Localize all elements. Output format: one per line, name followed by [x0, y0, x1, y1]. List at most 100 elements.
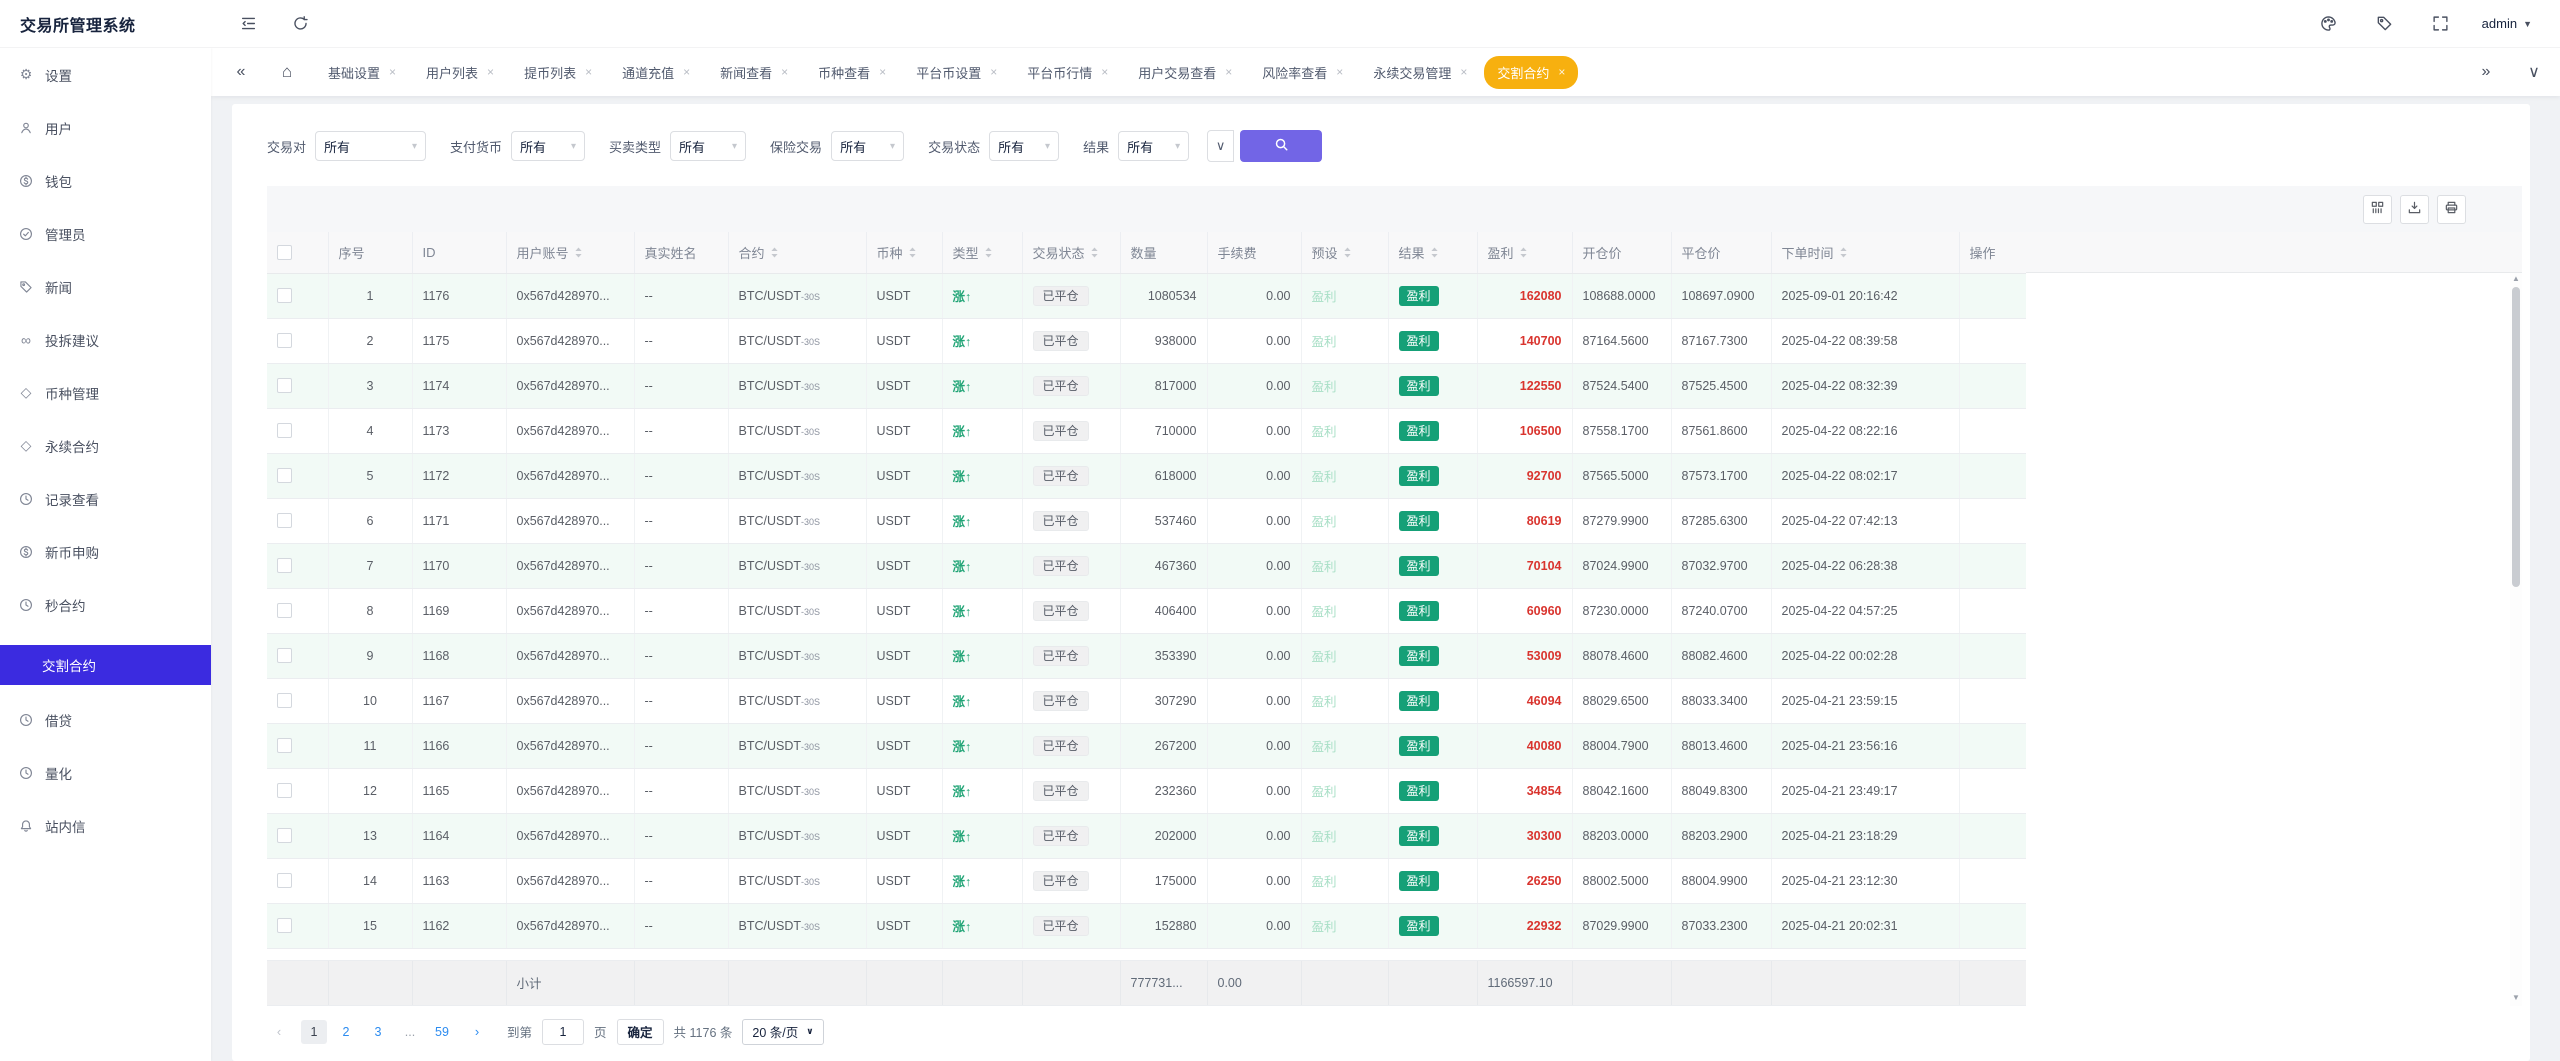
sidebar-item-13[interactable]: 量化 — [0, 746, 211, 799]
tab-3[interactable]: 通道充值× — [609, 56, 703, 89]
sidebar-item-1[interactable]: 用户 — [0, 101, 211, 154]
filter-select-4[interactable]: 所有▾ — [989, 131, 1059, 161]
filter-select-3[interactable]: 所有▾ — [831, 131, 904, 161]
filter-select-5[interactable]: 所有▾ — [1118, 131, 1189, 161]
column-header-result[interactable]: 结果 — [1388, 232, 1477, 273]
close-icon[interactable]: × — [781, 65, 788, 79]
row-checkbox[interactable] — [277, 468, 292, 483]
print-button[interactable] — [2437, 195, 2466, 224]
page-button-59[interactable]: 59 — [429, 1020, 455, 1044]
column-header-account[interactable]: 用户账号 — [506, 232, 634, 273]
confirm-button[interactable]: 确定 — [617, 1019, 664, 1045]
next-page-button[interactable]: › — [465, 1020, 489, 1044]
row-checkbox[interactable] — [277, 783, 292, 798]
close-icon[interactable]: × — [389, 65, 396, 79]
tab-11[interactable]: 交割合约× — [1484, 56, 1578, 89]
collapse-tabs-icon[interactable]: « — [227, 58, 255, 86]
column-settings-button[interactable] — [2363, 195, 2392, 224]
row-checkbox[interactable] — [277, 873, 292, 888]
prev-page-button[interactable]: ‹ — [267, 1020, 291, 1044]
goto-page-input[interactable] — [542, 1019, 584, 1045]
column-header-coin[interactable]: 币种 — [866, 232, 942, 273]
sidebar-item-3[interactable]: 管理员 — [0, 207, 211, 260]
tab-2[interactable]: 提币列表× — [511, 56, 605, 89]
tab-10[interactable]: 永续交易管理× — [1360, 56, 1480, 89]
vertical-scrollbar[interactable]: ▲ ▼ — [2510, 273, 2522, 1006]
sidebar-item-8[interactable]: 记录查看 — [0, 472, 211, 525]
sidebar-item-10[interactable]: 秒合约 — [0, 578, 211, 631]
close-icon[interactable]: × — [487, 65, 494, 79]
close-icon[interactable]: × — [1225, 65, 1232, 79]
tab-9[interactable]: 风险率查看× — [1249, 56, 1356, 89]
sidebar-item-7[interactable]: ◇永续合约 — [0, 419, 211, 472]
page-button-1[interactable]: 1 — [301, 1020, 327, 1044]
close-icon[interactable]: × — [683, 65, 690, 79]
fullscreen-icon[interactable] — [2426, 9, 2456, 39]
close-icon[interactable]: × — [585, 65, 592, 79]
sidebar-item-11[interactable]: 交割合约 — [0, 645, 211, 685]
close-icon[interactable]: × — [1101, 65, 1108, 79]
tab-0[interactable]: 基础设置× — [315, 56, 409, 89]
tab-4[interactable]: 新闻查看× — [707, 56, 801, 89]
filter-select-1[interactable]: 所有▾ — [511, 131, 585, 161]
sort-icon[interactable] — [1839, 247, 1848, 258]
sidebar-item-0[interactable]: ⚙设置 — [0, 48, 211, 101]
scroll-tabs-right-icon[interactable]: » — [2472, 58, 2500, 86]
sort-icon[interactable] — [574, 247, 583, 258]
row-checkbox[interactable] — [277, 378, 292, 393]
sidebar-item-5[interactable]: ∞投拆建议 — [0, 313, 211, 366]
page-button-3[interactable]: 3 — [365, 1020, 391, 1044]
tab-8[interactable]: 用户交易查看× — [1125, 56, 1245, 89]
sidebar-item-4[interactable]: 新闻 — [0, 260, 211, 313]
menu-fold-icon[interactable] — [233, 9, 263, 39]
filter-select-0[interactable]: 所有▾ — [315, 131, 426, 161]
column-header-time[interactable]: 下单时间 — [1771, 232, 1959, 273]
filter-select-2[interactable]: 所有▾ — [670, 131, 746, 161]
expand-filters-button[interactable]: ∨ — [1207, 130, 1234, 162]
close-icon[interactable]: × — [879, 65, 886, 79]
export-button[interactable] — [2400, 195, 2429, 224]
sort-icon[interactable] — [1090, 247, 1099, 258]
sort-icon[interactable] — [1343, 247, 1352, 258]
row-checkbox[interactable] — [277, 558, 292, 573]
row-checkbox[interactable] — [277, 423, 292, 438]
sidebar-item-12[interactable]: 借贷 — [0, 693, 211, 746]
tab-menu-chevron-icon[interactable]: ∨ — [2520, 58, 2548, 86]
scroll-up-icon[interactable]: ▲ — [2512, 273, 2520, 285]
sort-icon[interactable] — [908, 247, 917, 258]
sidebar-item-14[interactable]: 站内信 — [0, 799, 211, 852]
sidebar-item-6[interactable]: ◇币种管理 — [0, 366, 211, 419]
page-size-select[interactable]: 20 条/页 ∨ — [742, 1019, 823, 1045]
column-header-profit[interactable]: 盈利 — [1477, 232, 1572, 273]
tag-icon[interactable] — [2370, 9, 2400, 39]
close-icon[interactable]: × — [1336, 65, 1343, 79]
refresh-icon[interactable] — [285, 9, 315, 39]
sidebar-item-9[interactable]: 新币申购 — [0, 525, 211, 578]
home-icon[interactable]: ⌂ — [273, 58, 301, 86]
tab-7[interactable]: 平台币行情× — [1014, 56, 1121, 89]
tab-5[interactable]: 币种查看× — [805, 56, 899, 89]
select-all-checkbox[interactable] — [277, 245, 292, 260]
close-icon[interactable]: × — [990, 65, 997, 79]
column-header-preset[interactable]: 预设 — [1301, 232, 1388, 273]
column-header-contract[interactable]: 合约 — [728, 232, 866, 273]
close-icon[interactable]: × — [1558, 65, 1565, 79]
row-checkbox[interactable] — [277, 828, 292, 843]
tab-6[interactable]: 平台币设置× — [903, 56, 1010, 89]
column-header-type[interactable]: 类型 — [942, 232, 1022, 273]
search-button[interactable] — [1240, 130, 1322, 162]
row-checkbox[interactable] — [277, 738, 292, 753]
sidebar-item-2[interactable]: 钱包 — [0, 154, 211, 207]
user-menu[interactable]: admin ▼ — [2482, 16, 2532, 31]
theme-palette-icon[interactable] — [2314, 9, 2344, 39]
tab-1[interactable]: 用户列表× — [413, 56, 507, 89]
sort-icon[interactable] — [1430, 247, 1439, 258]
scrollbar-thumb[interactable] — [2512, 287, 2520, 587]
sort-icon[interactable] — [1519, 247, 1528, 258]
sort-icon[interactable] — [984, 247, 993, 258]
row-checkbox[interactable] — [277, 648, 292, 663]
row-checkbox[interactable] — [277, 918, 292, 933]
row-checkbox[interactable] — [277, 513, 292, 528]
column-header-status[interactable]: 交易状态 — [1022, 232, 1120, 273]
sort-icon[interactable] — [770, 247, 779, 258]
